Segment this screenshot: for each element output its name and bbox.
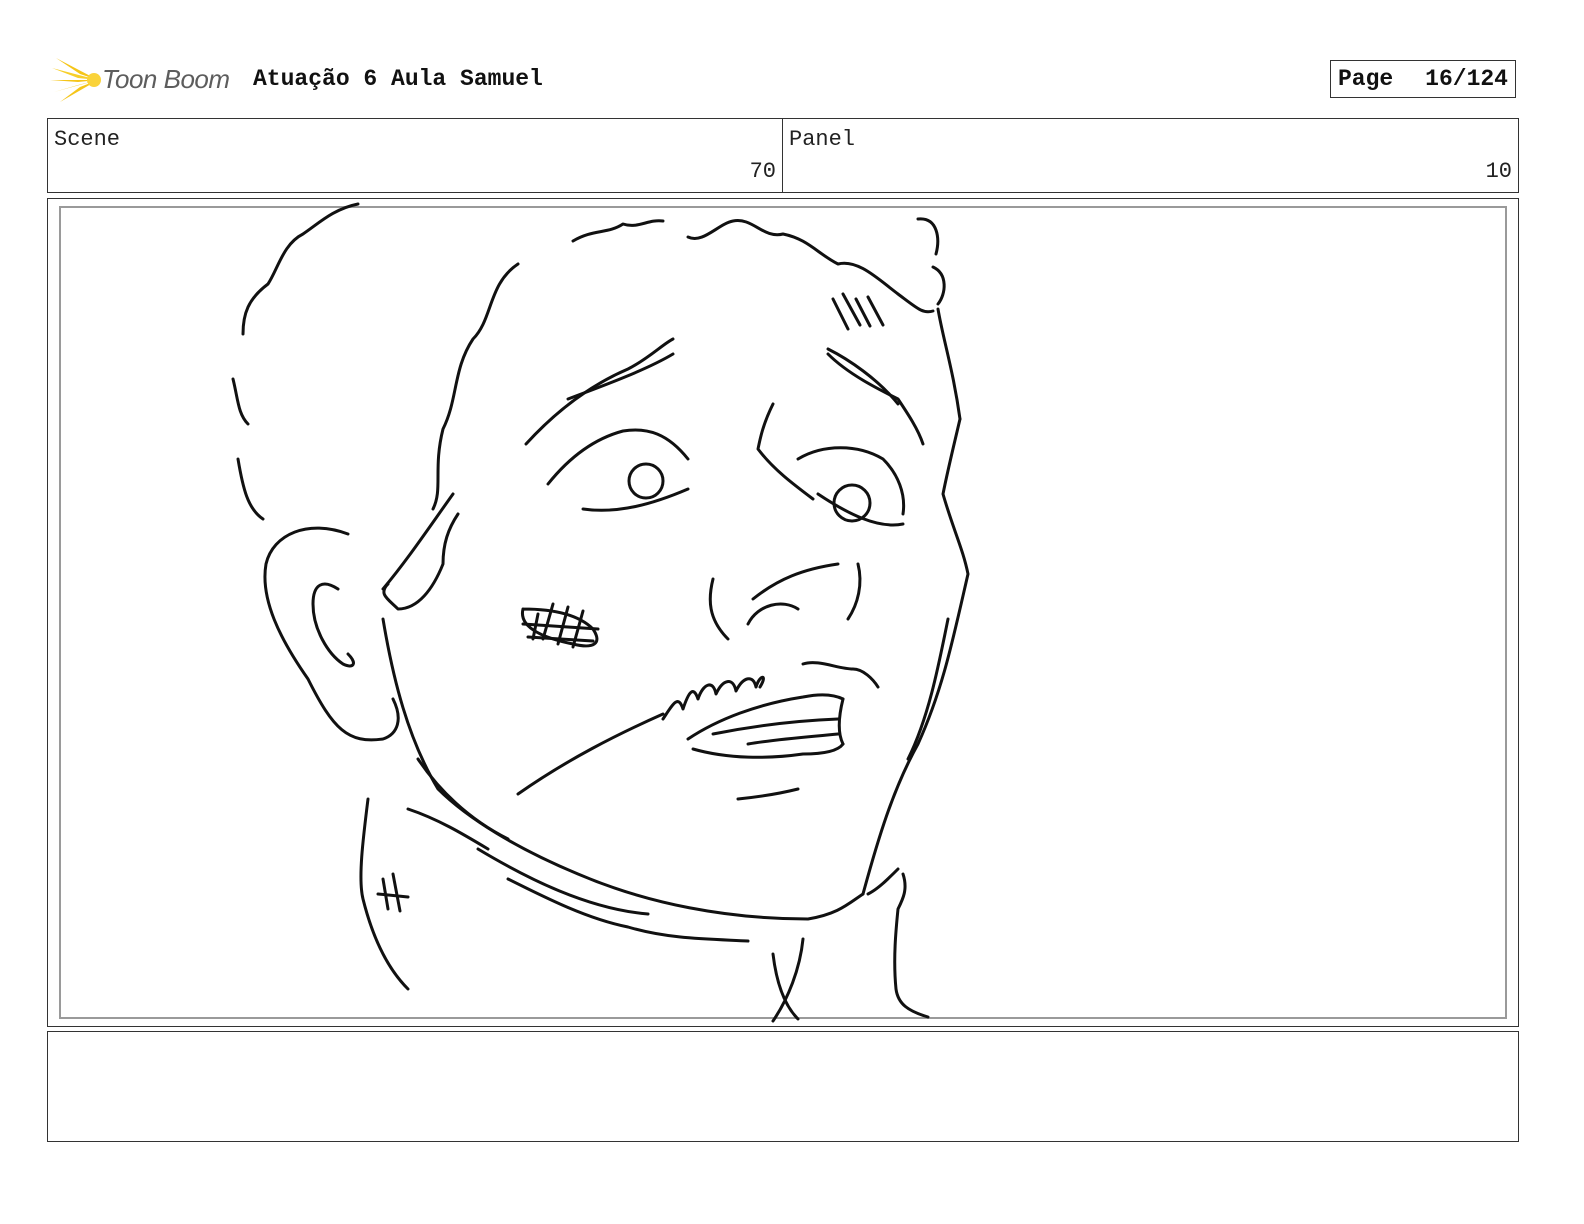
project-title: Atuação 6 Aula Samuel [253, 66, 543, 92]
panel-value: 10 [1485, 159, 1512, 184]
character-sketch [231, 202, 970, 1023]
scene-value: 70 [749, 159, 776, 184]
notes-box [47, 1031, 1519, 1142]
logo-text: Toon Boom [102, 64, 230, 94]
scene-cell: Scene 70 [48, 119, 783, 192]
toon-boom-logo: Toon Boom [50, 52, 240, 108]
page-header: Toon Boom Atuação 6 Aula Samuel Page 16/… [50, 52, 1520, 108]
page-number: 16/124 [1425, 66, 1508, 92]
panel-cell: Panel 10 [783, 119, 1518, 192]
page-label: Page [1338, 66, 1394, 92]
scene-label: Scene [54, 127, 121, 152]
panel-label: Panel [789, 127, 856, 152]
starburst-logo-icon [50, 58, 101, 102]
scene-panel-info: Scene 70 Panel 10 [47, 118, 1519, 193]
page-indicator: Page 16/124 [1330, 60, 1516, 98]
storyboard-frame [47, 198, 1519, 1027]
